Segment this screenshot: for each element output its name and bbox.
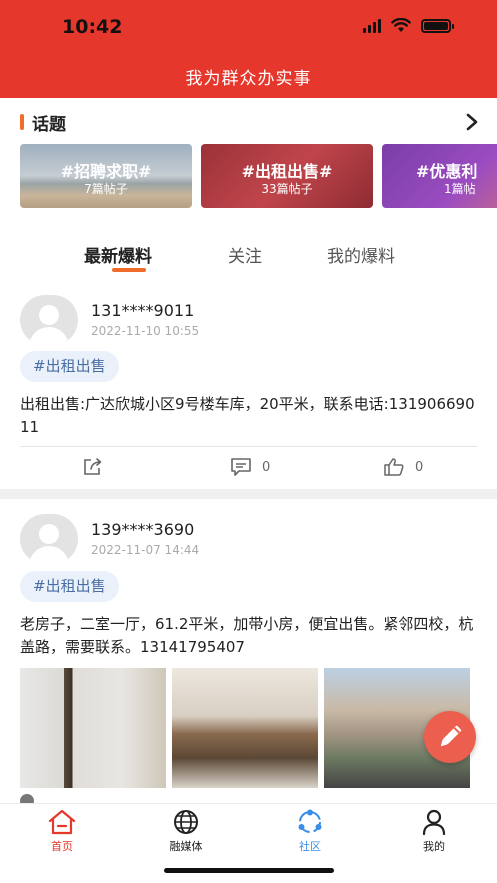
page-title: 我为群众办实事 [185,69,312,89]
app-screen: 10:42 我为群众办实事 话题 #招聘求职# 7篇帖子 #出租出售# 33篇帖… [0,0,497,883]
like-button[interactable]: 0 [383,457,423,477]
topic-name: #招聘求职# [60,162,152,181]
nav-media[interactable]: 融媒体 [151,808,221,854]
active-tab-indicator [112,268,146,272]
thumbs-up-icon [384,458,404,476]
status-bar: 10:42 [0,0,497,55]
topics-title: 话题 [32,115,66,135]
post-photo[interactable] [20,668,166,788]
comment-count: 0 [262,459,271,475]
home-indicator [164,868,334,873]
avatar-head [39,524,59,544]
avatar-body [29,546,69,564]
pencil-icon [440,725,462,747]
nav-home-label: 首页 [51,840,73,853]
nav-community-label: 社区 [299,840,321,853]
post-content: 出租出售:广达欣城小区9号楼车库，20平米，联系电话:13190669011 [20,395,475,436]
topic-card-rental[interactable]: #出租出售# 33篇帖子 [201,144,373,208]
avatar[interactable] [20,295,78,345]
feed-tabs: 最新爆料 关注 我的爆料 [0,236,497,276]
post-divider [20,446,477,447]
avatar[interactable] [20,514,78,564]
tab-my-reports[interactable]: 我的爆料 [327,242,395,267]
post-photo[interactable] [172,668,318,788]
topic-post-count: 7篇帖子 [84,182,128,196]
battery-icon [421,18,454,33]
post-tag[interactable]: #出租出售 [20,571,119,602]
tab-latest[interactable]: 最新爆料 [84,242,152,267]
topic-name: #出租出售# [241,162,333,181]
topic-post-count: 33篇帖子 [261,182,313,196]
status-time: 10:42 [62,16,123,38]
share-icon [84,458,102,475]
section-accent-bar [20,114,24,130]
topics-header: 话题 [20,110,480,136]
topic-card-recruitment[interactable]: #招聘求职# 7篇帖子 [20,144,192,208]
post-date: 2022-11-10 10:55 [91,324,200,338]
community-icon [298,809,322,833]
comment-button[interactable]: 0 [230,457,270,477]
topic-post-count: 1篇帖 [444,182,476,196]
topic-card-discount[interactable]: #优惠利 1篇帖 [382,144,497,208]
share-button[interactable] [82,457,104,477]
home-icon [48,809,76,835]
post-username: 139****3690 [91,520,195,539]
nav-community[interactable]: 社区 [275,808,345,854]
post-content: 老房子，二室一厅，61.2平米，加带小房，便宜出售。紧邻四校，杭盖路，需要联系。… [20,615,474,656]
status-icons [363,18,454,33]
nav-profile[interactable]: 我的 [399,808,469,854]
avatar-body [29,327,69,345]
section-separator [0,489,497,499]
signal-icon [363,18,381,33]
like-count: 0 [415,459,424,475]
chevron-right-icon[interactable] [464,112,480,132]
nav-media-label: 融媒体 [169,840,203,853]
create-post-button[interactable] [424,711,476,763]
post-date: 2022-11-07 14:44 [91,543,200,557]
post-username: 131****9011 [91,301,195,320]
globe-icon [174,810,198,834]
post-actions: 0 0 [0,457,497,481]
user-icon [422,809,446,836]
tab-following[interactable]: 关注 [228,242,262,267]
avatar-head [39,305,59,325]
nav-profile-label: 我的 [423,840,445,853]
comment-icon [231,458,251,476]
post-tag[interactable]: #出租出售 [20,351,119,382]
nav-home[interactable]: 首页 [27,808,97,854]
topic-name: #优惠利 [416,162,478,181]
app-header: 10:42 我为群众办实事 [0,0,497,98]
wifi-icon [391,18,411,32]
